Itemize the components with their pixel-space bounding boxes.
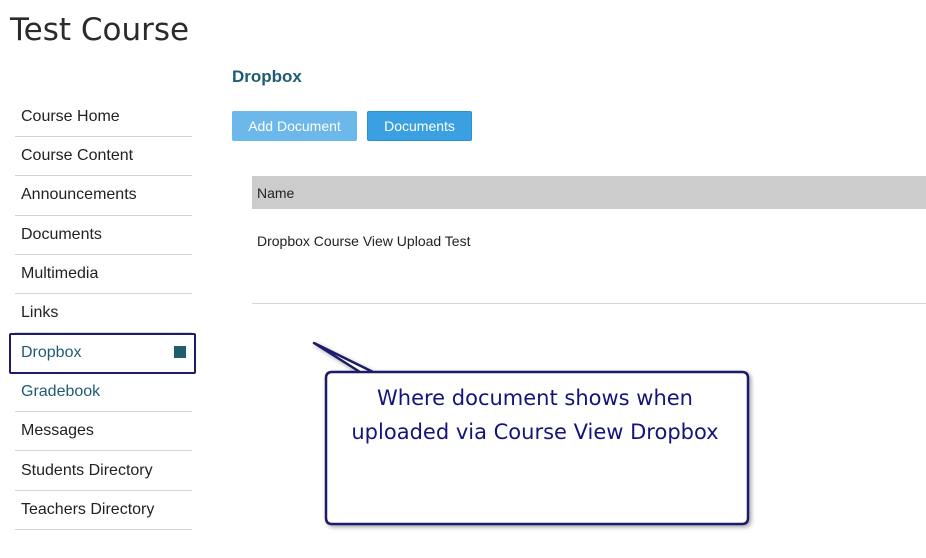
documents-button[interactable]: Documents (367, 111, 472, 141)
section-title: Dropbox (232, 67, 302, 86)
sidebar-item-links[interactable]: Links (15, 294, 192, 334)
document-name[interactable]: Dropbox Course View Upload Test (257, 233, 471, 249)
sidebar-item-announcements[interactable]: Announcements (15, 176, 192, 216)
sidebar-item-label: Gradebook (21, 382, 101, 400)
sidebar-item-label: Announcements (21, 186, 137, 204)
callout-line-1: Where document shows when (377, 386, 693, 410)
sidebar-item-dropbox[interactable]: Dropbox (9, 333, 196, 375)
sidebar-item-label: Course Home (21, 107, 120, 125)
sidebar-item-course-home[interactable]: Course Home (15, 97, 192, 137)
sidebar-item-label: Course Content (21, 147, 134, 165)
course-sidebar: Course Home Course Content Announcements… (9, 97, 196, 530)
sidebar-item-label: Students Directory (21, 461, 153, 479)
table-row[interactable]: Dropbox Course View Upload Test (252, 209, 926, 304)
table-header-name[interactable]: Name (252, 176, 926, 209)
sidebar-item-label: Teachers Directory (21, 500, 155, 518)
sidebar-item-teachers-directory[interactable]: Teachers Directory (15, 491, 192, 530)
sidebar-item-gradebook[interactable]: Gradebook (15, 373, 192, 413)
page: Test Course Course Home Course Content A… (0, 0, 926, 558)
sidebar-item-messages[interactable]: Messages (15, 412, 192, 452)
sidebar-item-label: Messages (21, 422, 94, 440)
sidebar-item-label: Multimedia (21, 265, 99, 283)
course-title: Test Course (10, 12, 190, 48)
active-indicator-icon (174, 346, 186, 359)
sidebar-item-documents[interactable]: Documents (15, 216, 192, 255)
sidebar-item-course-content[interactable]: Course Content (15, 137, 192, 177)
callout-line-2: uploaded via Course View Dropbox (351, 420, 719, 444)
sidebar-item-label: Dropbox (21, 343, 82, 361)
sidebar-item-students-directory[interactable]: Students Directory (15, 451, 192, 491)
sidebar-item-multimedia[interactable]: Multimedia (15, 255, 192, 295)
sidebar-item-label: Documents (21, 225, 102, 243)
sidebar-item-label: Links (21, 304, 59, 322)
callout-text: Where document shows when uploaded via C… (330, 381, 740, 449)
add-document-button[interactable]: Add Document (232, 111, 357, 141)
